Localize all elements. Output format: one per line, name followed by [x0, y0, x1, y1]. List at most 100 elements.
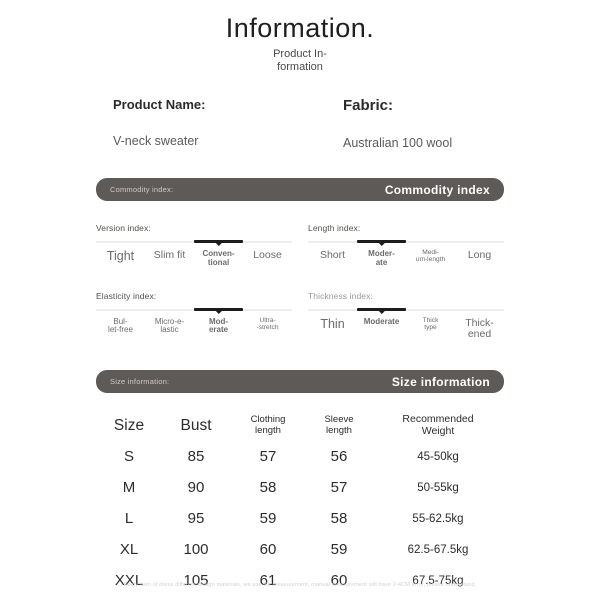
cell-bust: 105 — [183, 572, 209, 589]
cell-clothing-length: 59 — [259, 510, 277, 527]
cell-size: S — [123, 448, 134, 465]
elasticity-slider-labels: Bul-let-free Micro-e-lastic Mod-erate Ultra… — [96, 317, 292, 335]
elasticity-option-3[interactable]: Ultra- -stretch — [243, 317, 292, 335]
version-option-2-line: tional — [207, 257, 230, 267]
length-slider-labels: Short Moder-ate Medi-um-length Long — [308, 249, 504, 267]
version-slider-labels: Tight Slim fit Conven-tional Loose — [96, 249, 292, 267]
length-option-2[interactable]: Medi-um-length — [406, 249, 455, 267]
size-table: Size Bust Clothing length Sleeve length Re… — [98, 411, 502, 596]
page-subtitle: Product In-formation — [273, 47, 327, 74]
header-line: Weight — [421, 425, 455, 437]
page-header: Information. Product In-formation — [0, 0, 600, 75]
thickness-slider-labels: Thin Moderate Thick type Thick-ened — [308, 316, 504, 340]
header-line: Size — [113, 417, 145, 435]
length-slider-track — [308, 241, 504, 244]
index-row-top: Version index: Tight Slim fit Conven-tional… — [96, 223, 504, 267]
header-recommended-weight: Recommended Weight — [374, 411, 502, 441]
elasticity-index-block: Elasticity index: Bul-let-free Micro-e-las… — [96, 291, 292, 340]
version-option-3[interactable]: Loose — [243, 250, 292, 267]
thickness-option-1[interactable]: Moderate — [357, 317, 406, 340]
thickness-option-0[interactable]: Thin — [308, 316, 357, 340]
version-slider-handle[interactable] — [215, 243, 222, 247]
length-option-1[interactable]: Moder-ate — [357, 249, 406, 267]
elasticity-index-slider[interactable] — [96, 307, 292, 314]
thickness-option-3[interactable]: Thick-ened — [455, 317, 504, 340]
length-option-3-line: Long — [467, 249, 492, 262]
cell-bust: 90 — [187, 479, 205, 496]
elasticity-option-3-line: -stretch — [256, 323, 279, 331]
version-option-2[interactable]: Conven-tional — [194, 249, 243, 267]
cell-weight: 45-50kg — [417, 450, 459, 463]
length-index-block: Length index: Short Moder-ate Medi-um-lengt… — [308, 223, 504, 267]
cell-size: M — [122, 479, 136, 496]
elasticity-option-0-line: let-free — [108, 325, 133, 335]
cell-clothing-length: 60 — [259, 541, 277, 558]
length-option-0[interactable]: Short — [308, 250, 357, 267]
product-name-column: Product Name: V-neck sweater — [113, 97, 343, 150]
thickness-option-2[interactable]: Thick type — [406, 317, 455, 340]
cell-bust: 100 — [183, 541, 209, 558]
version-index-title: Version index: — [96, 223, 151, 234]
elasticity-index-title: Elasticity index: — [96, 290, 157, 301]
cell-weight: 50-55kg — [417, 481, 459, 494]
thickness-option-2-line: type — [424, 323, 437, 331]
version-option-0[interactable]: Tight — [96, 250, 145, 267]
cell-clothing-length: 58 — [259, 479, 277, 496]
thickness-index-block: Thickness index: Thin Moderate Thick type Thi… — [308, 291, 504, 340]
cell-weight: 62.5-67.5kg — [407, 543, 469, 556]
size-information-bar-title: Size information — [391, 374, 490, 389]
header-size: Size — [98, 411, 160, 441]
size-information-bar-left-label: Size information: — [110, 377, 170, 386]
commodity-index-bar-title: Commodity index — [384, 182, 490, 197]
cell-weight: 55-62.5kg — [412, 512, 464, 525]
cell-weight: 67.5-75kg — [412, 574, 464, 587]
cell-size: L — [124, 510, 134, 527]
size-table-header-row: Size Bust Clothing length Sleeve length Re… — [98, 411, 502, 441]
length-index-slider[interactable] — [308, 239, 504, 247]
elasticity-option-1[interactable]: Micro-e-lastic — [145, 317, 194, 335]
fabric-column: Fabric: Australian 100 wool — [343, 97, 504, 150]
version-option-1-line: Slim fit — [153, 249, 186, 262]
elasticity-option-0[interactable]: Bul-let-free — [96, 317, 145, 335]
cell-bust: 95 — [187, 510, 205, 527]
size-information-bar: Size information: Size information — [96, 370, 504, 393]
page-title: Information. — [225, 13, 375, 43]
length-option-0-line: Short — [319, 249, 346, 262]
length-slider-handle[interactable] — [378, 243, 385, 247]
product-name-value: V-neck sweater — [113, 134, 199, 149]
table-row: XL 100 60 59 62.5-67.5kg — [98, 534, 502, 565]
product-info-grid: Product Name: V-neck sweater Fabric: Aus… — [0, 97, 600, 150]
elasticity-option-2-line: erate — [208, 325, 229, 335]
measurement-disclaimer: Every item of dress different design mat… — [123, 582, 477, 588]
version-index-slider[interactable] — [96, 239, 292, 247]
fabric-label: Fabric: — [343, 97, 394, 115]
elasticity-option-2[interactable]: Mod-erate — [194, 317, 243, 335]
commodity-index-bar-left-label: Commodity index: — [110, 185, 174, 195]
thickness-index-slider[interactable] — [308, 307, 504, 314]
cell-sleeve-length: 59 — [330, 541, 348, 558]
thickness-slider-track — [308, 308, 504, 311]
product-name-label: Product Name: — [113, 97, 206, 113]
commodity-index-section: Commodity index: Commodity index — [0, 178, 600, 202]
table-row: M 90 58 57 50-55kg — [98, 472, 502, 503]
thickness-option-0-line: Thin — [320, 316, 345, 331]
cell-sleeve-length: 56 — [330, 448, 348, 465]
length-index-title: Length index: — [308, 223, 361, 234]
cell-clothing-length: 61 — [259, 572, 277, 589]
header-bust: Bust — [160, 411, 232, 441]
thickness-slider-handle[interactable] — [378, 310, 385, 314]
thickness-index-title: Thickness index: — [308, 290, 373, 301]
thickness-option-3-line: ened — [467, 327, 492, 340]
version-index-block: Version index: Tight Slim fit Conven-tional… — [96, 223, 292, 267]
cell-sleeve-length: 60 — [330, 572, 348, 589]
size-table-body: S 85 57 56 45-50kg M 90 58 57 50-55kg L 95 59 58 55-62… — [98, 441, 502, 596]
size-information-section: Size information: Size information — [0, 370, 600, 393]
version-option-1[interactable]: Slim fit — [145, 250, 194, 267]
length-option-3[interactable]: Long — [455, 250, 504, 267]
length-option-2-line: um-length — [415, 256, 446, 264]
fabric-value: Australian 100 wool — [343, 136, 453, 151]
elasticity-option-1-line: lastic — [160, 325, 179, 335]
elasticity-slider-handle[interactable] — [215, 310, 222, 314]
table-row: S 85 57 56 45-50kg — [98, 441, 502, 472]
header-clothing-length: Clothing length — [232, 411, 304, 441]
